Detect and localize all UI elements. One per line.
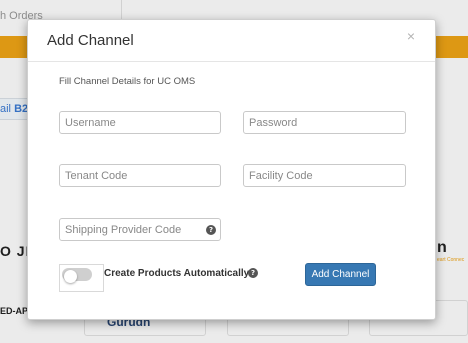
create-products-toggle[interactable] [59, 264, 104, 292]
username-field[interactable] [59, 111, 221, 134]
add-channel-button[interactable]: Add Channel [305, 263, 376, 286]
create-products-label: Create Products Automatically [104, 268, 250, 279]
modal-title: Add Channel [47, 32, 134, 49]
shipping-help-icon[interactable]: ? [206, 225, 216, 235]
toggle-track [62, 268, 92, 283]
tenant-code-field[interactable] [59, 164, 221, 187]
password-field[interactable] [243, 111, 406, 134]
shipping-provider-code-field[interactable] [59, 218, 221, 241]
form-subtitle: Fill Channel Details for UC OMS [59, 76, 196, 87]
close-icon[interactable]: × [407, 29, 415, 43]
create-products-help-icon[interactable]: ? [248, 268, 258, 278]
modal-header: Add Channel × [28, 20, 435, 62]
facility-code-field[interactable] [243, 164, 406, 187]
toggle-knob [64, 270, 77, 283]
add-channel-modal: Add Channel × Fill Channel Details for U… [27, 19, 436, 320]
